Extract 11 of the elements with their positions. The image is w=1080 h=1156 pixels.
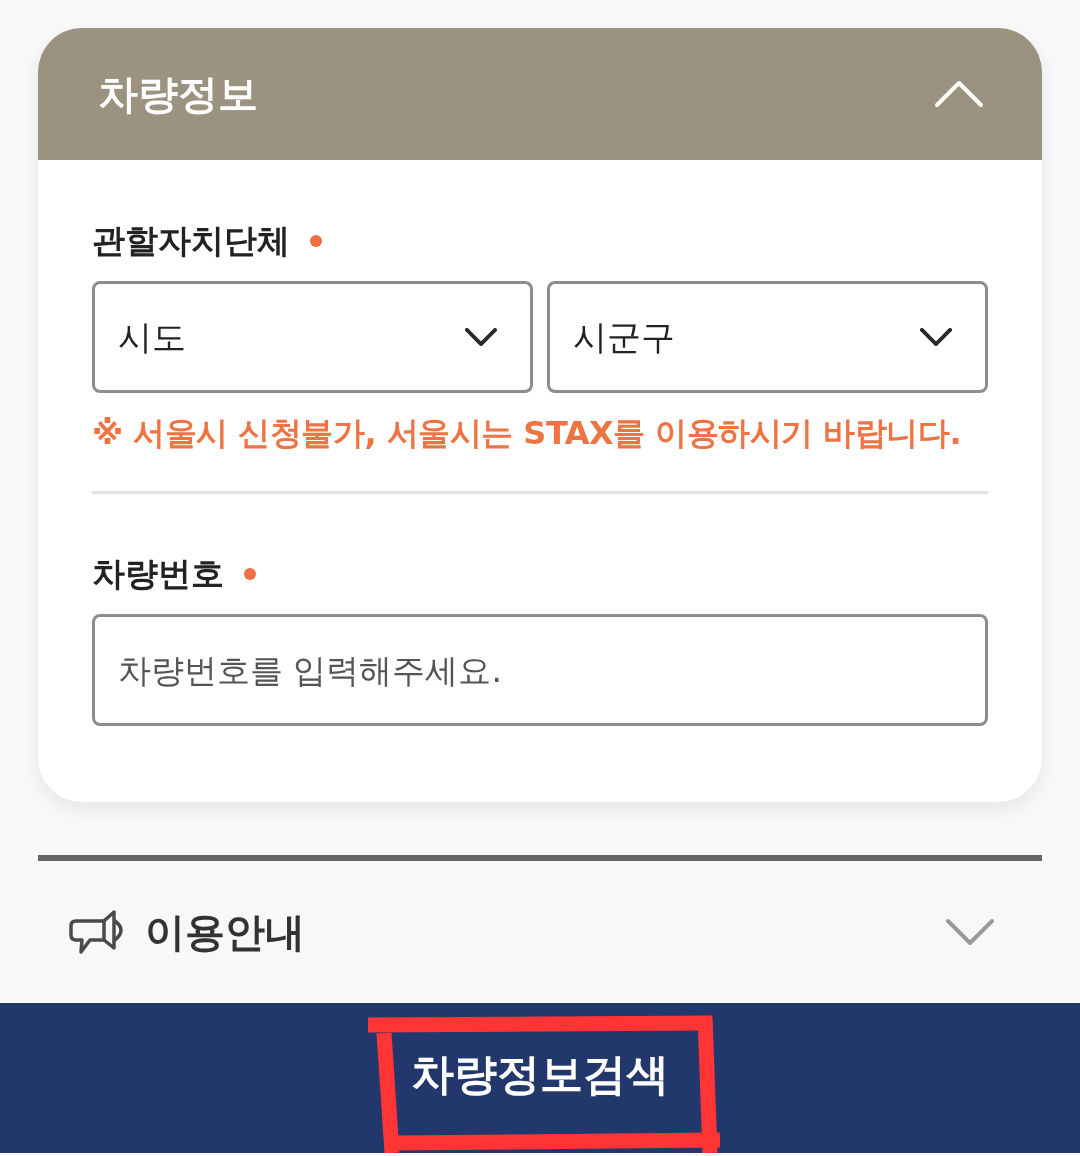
dropdown-select[interactable]: 시군구 — [547, 281, 988, 393]
field-label: 관할자치단체 — [92, 220, 290, 261]
chevron-down-icon[interactable] — [945, 918, 995, 946]
input-field[interactable]: 차량번호를 입력해주세요. — [92, 614, 988, 726]
dropdown-select[interactable]: 시도 — [92, 281, 533, 393]
section-title[interactable]: 이용안내 — [145, 902, 305, 962]
field-label: 차량번호 — [92, 553, 224, 594]
search-button[interactable]: 차량정보검색 — [0, 1003, 1080, 1153]
notice-text: ※ 서울시 신청불가, 서울시는 STAX를 이용하시기 바랍니다. — [92, 413, 963, 453]
chevron-down-icon — [465, 328, 497, 346]
chevron-down-icon — [920, 328, 952, 346]
